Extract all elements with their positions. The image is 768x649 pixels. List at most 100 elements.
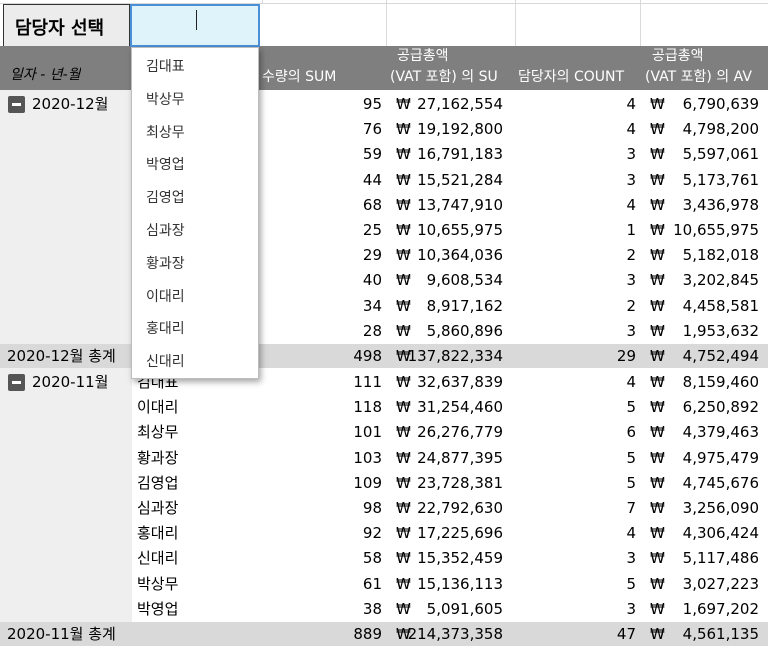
cell-avg: 4,798,200 (682, 120, 759, 139)
cell-sum: 5,091,605 (426, 599, 503, 618)
table-row: 김영업 109 ₩23,728,381 5 ₩4,745,676 (0, 471, 768, 496)
cell-qty: 25 (362, 221, 382, 239)
cell-sum: 17,225,696 (417, 524, 503, 543)
cell-sum: 16,791,183 (417, 145, 503, 164)
table-row: 황과장 103 ₩24,877,395 5 ₩4,975,479 (0, 446, 768, 471)
dropdown-option[interactable]: 이대리 (146, 286, 185, 306)
cell-count: 29 (616, 347, 636, 365)
cell-avg: 10,655,975 (673, 221, 759, 239)
cell-count: 5 (626, 574, 636, 593)
dropdown-option[interactable]: 박영업 (146, 154, 185, 174)
table-row: 심과장 98 ₩22,792,630 7 ₩3,256,090 (0, 496, 768, 521)
cell-name: 박상무 (137, 574, 179, 593)
cell-qty: 498 (353, 347, 382, 365)
cell-count: 5 (626, 398, 636, 417)
cell-count: 6 (626, 423, 636, 442)
cell-qty: 103 (353, 448, 382, 467)
cell-sum: 22,792,630 (417, 499, 503, 517)
cell-qty: 29 (362, 246, 382, 265)
cell-avg: 3,436,978 (682, 195, 759, 214)
cell-sum: 24,877,395 (417, 448, 503, 467)
cell-avg: 4,752,494 (682, 347, 759, 365)
table-row: 신대리 58 ₩15,352,459 3 ₩5,117,486 (0, 546, 768, 571)
cell-avg: 3,202,845 (682, 271, 759, 290)
cell-avg: 5,173,761 (682, 170, 759, 189)
cell-avg: 4,458,581 (682, 296, 759, 315)
cell-count: 4 (626, 120, 636, 139)
dropdown-option[interactable]: 박상무 (146, 89, 185, 109)
cell-avg: 4,379,463 (682, 423, 759, 442)
table-row: 최상무 101 ₩26,276,779 6 ₩4,379,463 (0, 420, 768, 445)
dropdown-option[interactable]: 황과장 (146, 253, 185, 273)
title-cell[interactable]: 담당자 선택 (3, 4, 130, 47)
cell-name: 이대리 (137, 398, 179, 417)
manager-select-input[interactable] (130, 4, 260, 47)
header-count[interactable]: 담당자의 COUNT (518, 69, 642, 85)
cell-count: 1 (626, 221, 636, 239)
table-row: 이대리40₩9,608,5343₩3,202,845 (0, 268, 768, 293)
cell-qty: 59 (362, 145, 382, 164)
table-row: 최상무59₩16,791,1833₩5,597,061 (0, 142, 768, 167)
cell-count: 2 (626, 246, 636, 265)
cell-count: 7 (626, 499, 636, 517)
cell-qty: 118 (353, 398, 382, 417)
table-row: 박영업 38 ₩5,091,605 3 ₩1,697,202 (0, 597, 768, 622)
dropdown-option[interactable]: 심과장 (146, 220, 185, 240)
header-supply-sum-line1[interactable]: 공급총액 (397, 48, 449, 64)
table-row: 김대표95₩27,162,5544₩6,790,639 (0, 92, 768, 117)
cell-sum: 32,637,839 (417, 373, 503, 391)
cell-name: 박영업 (137, 599, 179, 618)
cell-avg: 1,953,632 (682, 321, 759, 340)
grid-line (515, 4, 516, 46)
header-supply-avg-line2[interactable]: (VAT 포함) 의 AV (645, 69, 768, 85)
cell-qty: 38 (362, 599, 382, 618)
table-row: 심과장25₩10,655,9751₩10,655,975 (0, 218, 768, 243)
dropdown-option[interactable]: 김영업 (146, 187, 185, 207)
cell-avg: 4,745,676 (682, 473, 759, 492)
dropdown-option[interactable]: 최상무 (146, 122, 185, 142)
subtotal-row: 2020-11월 총계 889 ₩ 214,373,358 47 ₩ 4,561… (0, 622, 768, 646)
table-row: 박상무 61 ₩15,136,113 5 ₩3,027,223 (0, 572, 768, 597)
cell-count: 3 (626, 599, 636, 618)
cell-qty: 98 (362, 499, 382, 517)
cell-avg: 8,159,460 (682, 373, 759, 391)
dropdown-option[interactable]: 신대리 (146, 351, 185, 371)
header-date[interactable]: 일자 - 년-월 (10, 67, 81, 83)
cell-avg: 5,182,018 (682, 246, 759, 265)
dropdown-option[interactable]: 홍대리 (146, 318, 185, 338)
cell-count: 3 (626, 549, 636, 568)
text-caret (196, 10, 197, 30)
header-supply-avg-line1[interactable]: 공급총액 (652, 48, 704, 64)
cell-qty: 58 (362, 549, 382, 568)
cell-qty: 61 (362, 574, 382, 593)
cell-qty: 92 (362, 524, 382, 543)
cell-sum: 8,917,162 (426, 296, 503, 315)
cell-count: 3 (626, 321, 636, 340)
table-row: 김대표 111 ₩32,637,839 4 ₩8,159,460 (0, 370, 768, 395)
grid-line (640, 4, 641, 46)
cell-avg: 3,256,090 (682, 499, 759, 517)
cell-qty: 101 (353, 423, 382, 442)
header-qty[interactable]: 수량의 SUM (262, 69, 336, 85)
table-row: 이대리 118 ₩31,254,460 5 ₩6,250,892 (0, 395, 768, 420)
cell-qty: 95 (362, 95, 382, 113)
cell-sum: 19,192,800 (417, 120, 503, 139)
cell-sum: 13,747,910 (417, 195, 503, 214)
cell-sum: 26,276,779 (417, 423, 503, 442)
cell-qty: 34 (362, 296, 382, 315)
table-row: 홍대리34₩8,917,1622₩4,458,581 (0, 294, 768, 319)
cell-qty: 44 (362, 170, 382, 189)
pivot-header: 일자 - 년-월 수량의 SUM 공급총액 (VAT 포함) 의 SU 담당자의… (0, 46, 768, 90)
header-supply-sum-line2[interactable]: (VAT 포함) 의 SU (390, 69, 513, 85)
cell-avg: 5,117,486 (682, 549, 759, 568)
cell-qty: 68 (362, 195, 382, 214)
cell-avg: 1,697,202 (682, 599, 759, 618)
cell-qty: 889 (353, 625, 382, 643)
cell-count: 4 (626, 524, 636, 543)
cell-qty: 28 (362, 321, 382, 340)
cell-avg: 3,027,223 (682, 574, 759, 593)
manager-dropdown-list: 김대표박상무최상무박영업김영업심과장황과장이대리홍대리신대리 (131, 47, 259, 379)
dropdown-option[interactable]: 김대표 (146, 56, 185, 76)
cell-count: 4 (626, 95, 636, 113)
table-row: 신대리28₩5,860,8963₩1,953,632 (0, 319, 768, 344)
